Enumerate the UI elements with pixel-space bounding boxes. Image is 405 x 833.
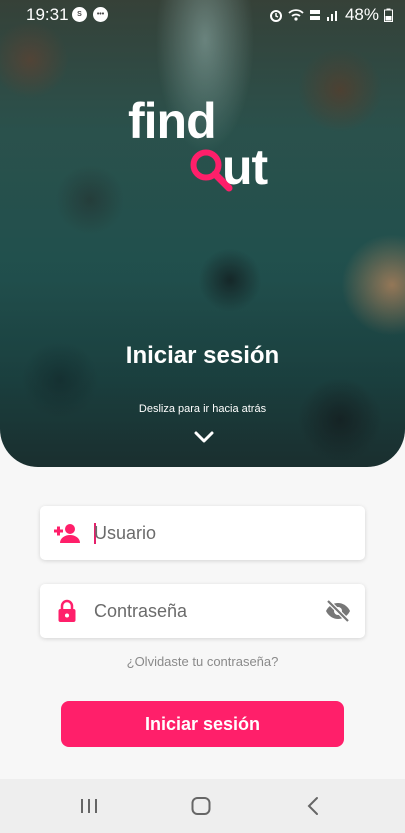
add-person-icon <box>54 524 80 543</box>
findout-logo: find ut <box>128 93 278 198</box>
hero-background <box>0 0 405 467</box>
logo-text-ut: ut <box>222 139 268 195</box>
forgot-password-link[interactable]: ¿Olvidaste tu contraseña? <box>0 654 405 669</box>
battery-icon <box>384 8 393 22</box>
recents-icon[interactable] <box>77 795 101 817</box>
username-field[interactable] <box>40 506 365 560</box>
battery-percentage: 48% <box>344 5 379 24</box>
visibility-off-icon[interactable] <box>325 599 351 623</box>
signal-icon <box>326 11 337 21</box>
wifi-icon <box>288 9 304 21</box>
login-button[interactable]: Iniciar sesión <box>61 701 344 747</box>
home-icon[interactable] <box>189 795 213 817</box>
logo-text-find: find <box>128 93 217 149</box>
username-input[interactable] <box>94 506 324 560</box>
back-icon[interactable] <box>302 795 326 817</box>
notification-badge-icon: ••• <box>93 7 108 22</box>
volte-icon <box>309 10 320 20</box>
chevron-down-icon[interactable] <box>194 431 214 443</box>
page-title: Iniciar sesión <box>125 342 280 369</box>
navigation-bar <box>0 779 405 833</box>
swipe-back-hint: Desliza para ir hacia atrás <box>138 403 267 415</box>
status-bar: 19:31 S ••• 48% <box>0 0 405 30</box>
lock-icon <box>58 599 76 622</box>
password-input[interactable] <box>94 584 324 638</box>
shazam-icon: S <box>72 7 87 22</box>
alarm-icon <box>269 10 282 22</box>
status-time: 19:31 <box>26 5 69 24</box>
password-field[interactable] <box>40 584 365 638</box>
